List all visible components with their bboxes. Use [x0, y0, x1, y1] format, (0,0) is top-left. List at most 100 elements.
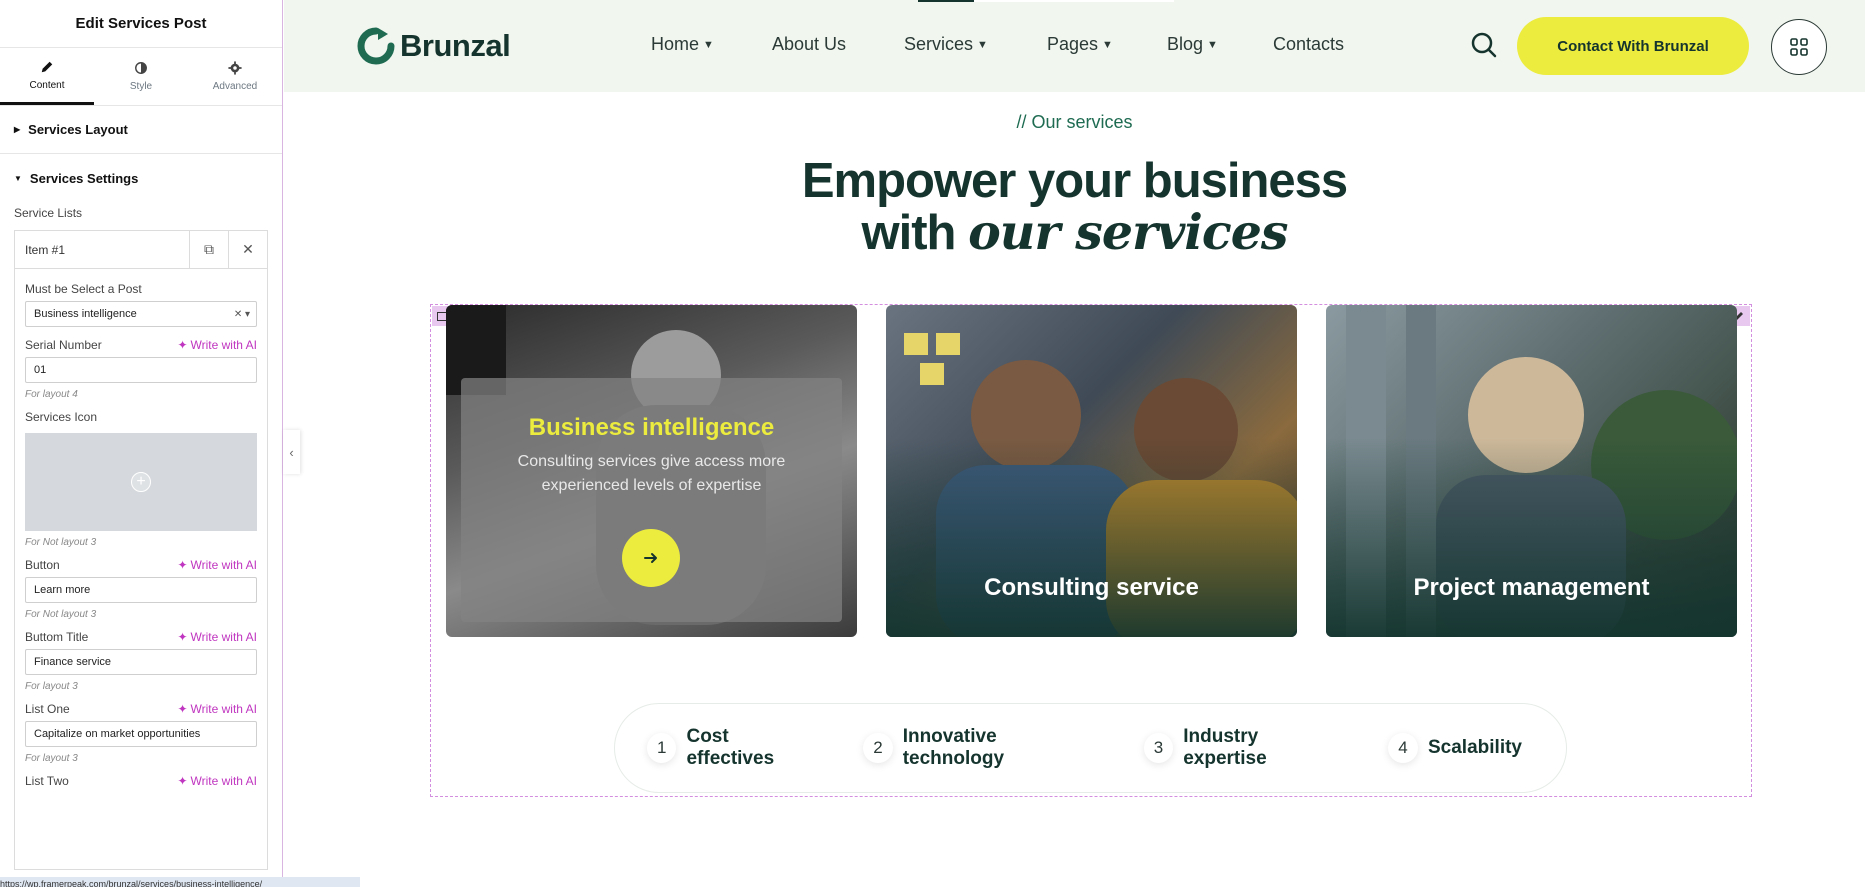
- site-logo[interactable]: Brunzal: [356, 26, 511, 66]
- icon-picker[interactable]: +: [25, 433, 257, 531]
- list-one-input[interactable]: Capitalize on market opportunities: [25, 721, 257, 747]
- write-with-ai-label: Write with AI: [190, 630, 257, 644]
- tab-style-label: Style: [129, 81, 153, 92]
- tab-style[interactable]: Style: [94, 48, 188, 105]
- button-title-input[interactable]: Finance service: [25, 649, 257, 675]
- service-card-business-intelligence[interactable]: Business intelligence Consulting service…: [446, 305, 857, 637]
- write-with-ai-label: Write with AI: [190, 774, 257, 788]
- nav-item-blog[interactable]: Blog ▼: [1167, 34, 1273, 55]
- clear-icon[interactable]: ✕ ▾: [234, 309, 250, 320]
- contact-cta-button[interactable]: Contact With Brunzal: [1517, 17, 1749, 75]
- section-eyebrow: // Our services: [1016, 112, 1133, 132]
- button-label: Button: [25, 558, 60, 572]
- chevron-down-icon: ▼: [703, 38, 714, 51]
- sparkle-icon: ✦: [177, 558, 188, 572]
- nav-item-services[interactable]: Services ▼: [904, 34, 1047, 55]
- caret-down-icon: ▼: [14, 173, 22, 183]
- nav-item-label: Contacts: [1273, 34, 1345, 54]
- chevron-down-icon: ▼: [977, 38, 988, 51]
- button-title-label: Buttom Title: [25, 630, 89, 644]
- service-lists-label: Service Lists: [14, 206, 83, 220]
- write-with-ai-label: Write with AI: [190, 558, 257, 572]
- write-with-ai-link[interactable]: ✦ Write with AI: [177, 558, 257, 572]
- chevron-down-icon: ▼: [1207, 38, 1218, 51]
- card-title: Consulting service: [984, 574, 1199, 601]
- status-url: https://wp.framerpeak.com/brunzal/servic…: [0, 877, 360, 887]
- list-one-label: List One: [25, 702, 70, 716]
- menu-grid-button[interactable]: [1771, 19, 1827, 75]
- feature-label: Innovative technology: [902, 726, 1005, 769]
- serial-number-label: Serial Number: [25, 338, 102, 352]
- caret-right-icon: ▶: [14, 125, 21, 134]
- button-text-input[interactable]: Learn more: [25, 577, 257, 603]
- logo-mark-icon: [357, 27, 395, 65]
- nav-item-pages[interactable]: Pages ▼: [1047, 34, 1167, 55]
- select-post-dropdown[interactable]: Business intelligence ✕ ▾: [25, 301, 257, 327]
- field-note: For layout 4: [25, 388, 78, 400]
- repeater-item-title[interactable]: Item #1: [15, 231, 189, 268]
- section-services-layout[interactable]: ▶ Services Layout: [0, 106, 282, 154]
- feature-item: 3 Industry expertise: [1143, 726, 1344, 770]
- card-arrow-button[interactable]: [622, 529, 680, 587]
- nav-item-home[interactable]: Home ▼: [651, 34, 772, 55]
- features-bar: 1 Cost effectives 2 Innovative technolog…: [614, 703, 1567, 793]
- nav-item-label: Home: [651, 34, 700, 54]
- tab-advanced[interactable]: Advanced: [188, 48, 282, 105]
- card-title: Business intelligence: [528, 414, 775, 441]
- duplicate-button[interactable]: ⧉: [189, 231, 228, 268]
- field-note: For Not layout 3: [25, 608, 97, 620]
- tab-content[interactable]: Content: [0, 48, 94, 105]
- panel-title: Edit Services Post: [0, 0, 282, 48]
- search-button[interactable]: [1470, 31, 1498, 64]
- top-divider: [918, 0, 974, 2]
- feature-number: 2: [863, 733, 893, 763]
- headline-line-1: Empower your business: [801, 154, 1348, 208]
- list-two-label: List Two: [25, 774, 69, 788]
- nav-item-label: About Us: [772, 34, 847, 54]
- collapse-panel-button[interactable]: ‹: [283, 430, 300, 474]
- nav-item-label: Pages: [1047, 34, 1099, 54]
- nav-item-label: Blog: [1167, 34, 1204, 54]
- headline-line-2: with our services: [284, 207, 1865, 259]
- remove-item-button[interactable]: ✕: [228, 231, 267, 268]
- section-services-layout-label: Services Layout: [28, 122, 128, 137]
- feature-item: 4 Scalability: [1388, 733, 1522, 763]
- card-description: Consulting services give access more exp…: [517, 453, 786, 494]
- search-icon: [1471, 32, 1497, 58]
- half-circle-icon: [135, 62, 147, 74]
- copy-icon: ⧉: [204, 241, 214, 257]
- write-with-ai-link[interactable]: ✦ Write with AI: [177, 774, 257, 788]
- arrow-right-icon: [644, 553, 657, 563]
- select-post-value: Business intelligence: [34, 308, 137, 320]
- tab-content-label: Content: [29, 79, 65, 91]
- field-note: For Not layout 3: [25, 536, 97, 548]
- panel-tabs: Content Style Advanced: [0, 48, 282, 106]
- write-with-ai-link[interactable]: ✦ Write with AI: [177, 338, 257, 352]
- repeater-item-header: Item #1 ⧉ ✕: [15, 231, 267, 269]
- serial-number-input[interactable]: 01: [25, 357, 257, 383]
- feature-number: 1: [647, 733, 677, 763]
- sparkle-icon: ✦: [177, 338, 188, 352]
- card-gradient: [1326, 437, 1737, 637]
- editor-panel: Edit Services Post Content Style Advance…: [0, 0, 283, 887]
- close-icon: ✕: [242, 241, 254, 257]
- service-card-consulting[interactable]: Consulting service: [886, 305, 1297, 637]
- service-card-project-management[interactable]: Project management: [1326, 305, 1737, 637]
- nav-item-about-us[interactable]: About Us: [772, 34, 904, 55]
- tab-advanced-label: Advanced: [212, 81, 258, 92]
- services-icon-label: Services Icon: [25, 410, 98, 424]
- chevron-down-icon: ▼: [1102, 38, 1113, 51]
- nav-item-contacts[interactable]: Contacts: [1273, 34, 1344, 55]
- card-hover-panel: Business intelligence Consulting service…: [461, 378, 842, 622]
- plus-icon: +: [131, 472, 151, 492]
- feature-label: Industry expertise: [1183, 726, 1267, 769]
- feature-item: 1 Cost effectives: [647, 726, 819, 770]
- gear-icon: [228, 61, 242, 75]
- write-with-ai-link[interactable]: ✦ Write with AI: [177, 630, 257, 644]
- nav-item-label: Services: [904, 34, 974, 54]
- feature-label: Scalability: [1428, 737, 1522, 758]
- top-divider: [974, 0, 1174, 2]
- grid-icon: [1790, 38, 1808, 56]
- write-with-ai-link[interactable]: ✦ Write with AI: [177, 702, 257, 716]
- section-services-settings[interactable]: ▼ Services Settings: [0, 154, 282, 202]
